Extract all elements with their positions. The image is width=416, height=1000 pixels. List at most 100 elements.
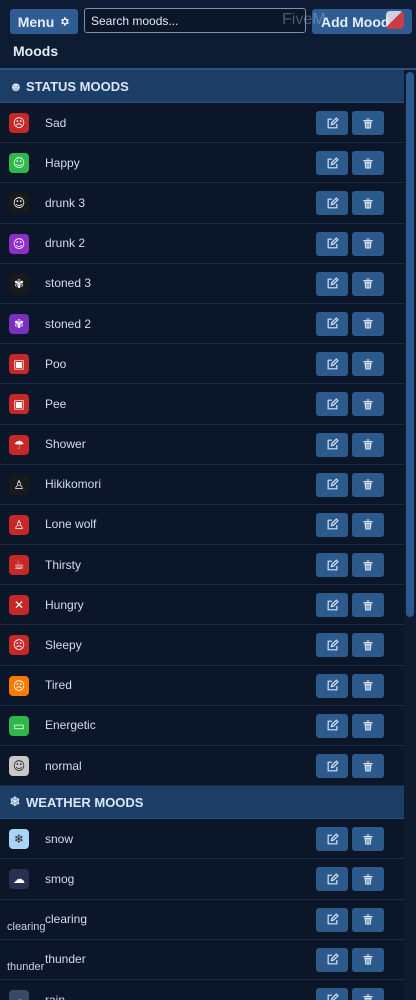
top-bar: Menu Add Mood FiveM Moods <box>0 0 416 68</box>
mood-name: normal <box>45 758 82 773</box>
delete-button[interactable] <box>352 352 384 377</box>
mood-name: clearing <box>45 912 88 927</box>
delete-button[interactable] <box>352 947 384 972</box>
edit-button[interactable] <box>316 907 348 932</box>
edit-icon <box>326 478 339 491</box>
edit-icon <box>326 679 339 692</box>
edit-button[interactable] <box>316 392 348 417</box>
cloud-icon: ☁ <box>9 869 29 890</box>
delete-button[interactable] <box>352 111 384 135</box>
edit-icon <box>326 598 339 612</box>
delete-button[interactable] <box>352 633 384 658</box>
mood-row: ☹ Tired <box>0 666 404 706</box>
edit-button[interactable] <box>316 673 348 698</box>
mood-name: Happy <box>45 155 80 170</box>
edit-button[interactable] <box>316 111 348 135</box>
mood-row: ☹ Sleepy <box>0 625 404 666</box>
drunk-face-icon: ☺ <box>9 193 29 214</box>
search-input[interactable] <box>84 8 306 33</box>
mood-row: ☁ smog <box>0 859 404 900</box>
trash-icon <box>362 358 374 371</box>
delete-button[interactable] <box>352 432 384 457</box>
delete-button[interactable] <box>352 713 384 738</box>
edit-icon <box>326 913 339 926</box>
rain-cloud-icon: ☁ <box>9 989 29 1000</box>
edit-button[interactable] <box>316 472 348 497</box>
edit-button[interactable] <box>316 352 348 377</box>
mood-row: ☺ drunk 3 <box>0 183 404 224</box>
delete-button[interactable] <box>352 673 384 698</box>
trash-icon <box>362 993 374 1000</box>
happy-face-icon: ☺ <box>9 153 29 174</box>
snowflake-icon: ❄ <box>9 794 21 810</box>
delete-button[interactable] <box>352 827 384 852</box>
mood-name: snow <box>45 831 74 846</box>
trash-icon <box>362 719 374 732</box>
trash-icon <box>362 953 374 966</box>
hooded-figure-icon: ♙ <box>9 474 29 495</box>
edit-button[interactable] <box>316 191 348 216</box>
mood-name: smog <box>45 871 75 886</box>
hooded-figure-icon: ♙ <box>9 514 29 535</box>
mood-row: ✾ stoned 3 <box>0 264 404 304</box>
toilet-icon: ▣ <box>9 394 29 415</box>
mood-row: ✾ stoned 2 <box>0 304 404 345</box>
utensils-icon: ✕ <box>9 595 29 616</box>
delete-button[interactable] <box>352 987 384 1000</box>
edit-button[interactable] <box>316 512 348 537</box>
delete-button[interactable] <box>352 593 384 618</box>
edit-icon <box>326 558 339 572</box>
mood-row: ☁ rain <box>0 980 404 1000</box>
edit-button[interactable] <box>316 311 348 336</box>
edit-button[interactable] <box>316 947 348 972</box>
trash-icon <box>362 833 374 846</box>
edit-icon <box>326 832 339 846</box>
scrollbar[interactable] <box>404 70 416 1000</box>
mood-name: Hungry <box>45 597 84 612</box>
edit-icon <box>326 317 339 330</box>
scrollbar-thumb[interactable] <box>406 72 414 617</box>
edit-button[interactable] <box>316 432 348 457</box>
delete-button[interactable] <box>352 392 384 417</box>
delete-button[interactable] <box>352 512 384 537</box>
edit-button[interactable] <box>316 713 348 738</box>
edit-button[interactable] <box>316 231 348 256</box>
delete-button[interactable] <box>352 151 384 176</box>
edit-button[interactable] <box>316 987 348 1000</box>
edit-button[interactable] <box>316 553 348 578</box>
menu-button[interactable]: Menu <box>10 9 78 34</box>
edit-button[interactable] <box>316 151 348 176</box>
delete-button[interactable] <box>352 231 384 256</box>
leaf-icon: ✾ <box>9 273 29 294</box>
trash-icon <box>362 237 374 250</box>
edit-icon <box>326 156 339 170</box>
edit-button[interactable] <box>316 633 348 658</box>
delete-button[interactable] <box>352 271 384 296</box>
sleepy-face-icon: ☹ <box>9 635 29 656</box>
mood-name: Pee <box>45 396 67 411</box>
edit-button[interactable] <box>316 271 348 296</box>
mood-name: Sad <box>45 115 67 130</box>
watermark-logo-icon <box>386 11 404 29</box>
edit-button[interactable] <box>316 827 348 852</box>
edit-button[interactable] <box>316 867 348 892</box>
mood-name: Hikikomori <box>45 477 102 492</box>
edit-icon <box>326 953 339 966</box>
delete-button[interactable] <box>352 472 384 497</box>
delete-button[interactable] <box>352 867 384 892</box>
delete-button[interactable] <box>352 191 384 216</box>
mood-name: drunk 3 <box>45 195 86 210</box>
trash-icon <box>362 197 374 210</box>
toilet-icon: ▣ <box>9 354 29 375</box>
trash-icon <box>362 478 374 491</box>
delete-button[interactable] <box>352 754 384 778</box>
delete-button[interactable] <box>352 311 384 336</box>
delete-button[interactable] <box>352 553 384 578</box>
edit-icon <box>326 759 339 773</box>
edit-button[interactable] <box>316 754 348 778</box>
delete-button[interactable] <box>352 907 384 932</box>
mood-name: drunk 2 <box>45 236 86 251</box>
smiley-icon: ☻ <box>9 78 23 94</box>
edit-button[interactable] <box>316 593 348 618</box>
trash-icon <box>362 599 374 612</box>
